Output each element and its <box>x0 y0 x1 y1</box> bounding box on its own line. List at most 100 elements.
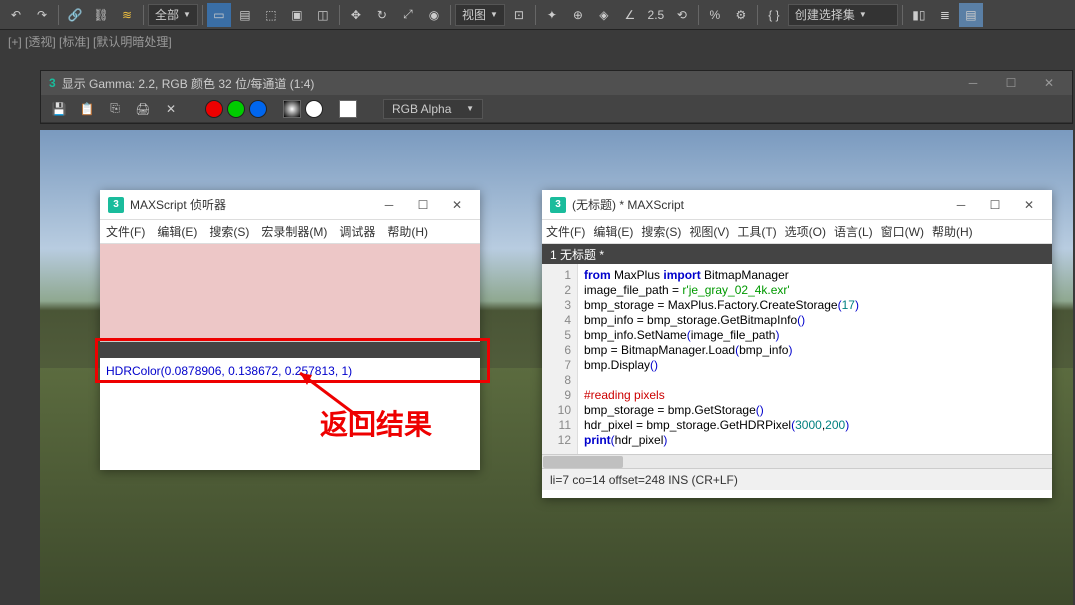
code-line[interactable]: from MaxPlus import BitmapManager <box>584 268 1046 283</box>
horizontal-scrollbar[interactable] <box>542 454 1052 468</box>
print-icon[interactable]: 🖨 <box>131 97 155 121</box>
listener-output[interactable]: HDRColor(0.0878906, 0.138672, 0.257813, … <box>100 358 480 458</box>
red-channel-icon[interactable] <box>205 100 223 118</box>
menu-item[interactable]: 文件(F) <box>106 223 145 240</box>
code-line[interactable] <box>584 373 1046 388</box>
channel-dropdown[interactable]: RGB Alpha▼ <box>383 99 483 119</box>
mono-channel-icon[interactable] <box>305 100 323 118</box>
code-line[interactable]: bmp = BitmapManager.Load(bmp_info) <box>584 343 1046 358</box>
code-line[interactable]: bmp_storage = MaxPlus.Factory.CreateStor… <box>584 298 1046 313</box>
select-rect-icon[interactable]: ⬚ <box>259 3 283 27</box>
link-icon[interactable]: 🔗 <box>63 3 87 27</box>
macro-recorder-area[interactable] <box>100 244 480 342</box>
clone-icon[interactable]: ⎘ <box>103 97 127 121</box>
editor-tab[interactable]: 1 无标题 * <box>542 244 1052 264</box>
code-line[interactable]: print(hdr_pixel) <box>584 433 1046 448</box>
clear-icon[interactable]: ✕ <box>159 97 183 121</box>
color-swatch[interactable] <box>339 100 357 118</box>
select-icon[interactable]: ▭ <box>207 3 231 27</box>
code-editor[interactable]: 123456789101112 from MaxPlus import Bitm… <box>542 264 1052 454</box>
menu-item[interactable]: 宏录制器(M) <box>261 223 327 240</box>
pivot-icon[interactable]: ⊡ <box>507 3 531 27</box>
editor-statusbar: li=7 co=14 offset=248 INS (CR+LF) <box>542 468 1052 490</box>
main-toolbar: ↶ ↷ 🔗 ⛓ ≋ 全部▼ ▭ ▤ ⬚ ▣ ◫ ✥ ↻ ⤢ ◉ 视图▼ ⊡ ✦ … <box>0 0 1075 30</box>
undo-icon[interactable]: ↶ <box>4 3 28 27</box>
select-name-icon[interactable]: ▤ <box>233 3 257 27</box>
edit-named-icon[interactable]: % <box>703 3 727 27</box>
angle-snap-icon[interactable]: ∠ <box>618 3 642 27</box>
coord-dropdown[interactable]: 视图▼ <box>455 4 505 26</box>
status-text: li=7 co=14 offset=248 INS (CR+LF) <box>550 473 738 487</box>
code-line[interactable]: bmp_info = bmp_storage.GetBitmapInfo() <box>584 313 1046 328</box>
menu-item[interactable]: 视图(V) <box>689 223 729 240</box>
mirror-icon[interactable]: ▮▯ <box>907 3 931 27</box>
menu-item[interactable]: 语言(L) <box>834 223 873 240</box>
green-channel-icon[interactable] <box>227 100 245 118</box>
maximize-icon[interactable]: ☐ <box>408 195 438 215</box>
editor-title: (无标题) * MAXScript <box>572 196 684 213</box>
bind-icon[interactable]: ≋ <box>115 3 139 27</box>
alpha-channel-icon[interactable] <box>283 100 301 118</box>
bracket-icon[interactable]: { } <box>762 3 786 27</box>
code-line[interactable]: hdr_pixel = bmp_storage.GetHDRPixel(3000… <box>584 418 1046 433</box>
code-line[interactable]: image_file_path = r'je_gray_02_4k.exr' <box>584 283 1046 298</box>
copy-icon[interactable]: 📋 <box>75 97 99 121</box>
save-icon[interactable]: 💾 <box>47 97 71 121</box>
scale-icon[interactable]: ⤢ <box>396 3 420 27</box>
framebuffer-titlebar[interactable]: 3 显示 Gamma: 2.2, RGB 颜色 32 位/每通道 (1:4) ─… <box>41 71 1072 95</box>
tab-label: 1 无标题 * <box>550 246 604 263</box>
listener-divider[interactable] <box>100 342 480 358</box>
unlink-icon[interactable]: ⛓ <box>89 3 113 27</box>
redo-icon[interactable]: ↷ <box>30 3 54 27</box>
code-lines[interactable]: from MaxPlus import BitmapManagerimage_f… <box>578 264 1052 454</box>
menu-item[interactable]: 帮助(H) <box>387 223 428 240</box>
menu-item[interactable]: 编辑(E) <box>157 223 197 240</box>
manipulate-icon[interactable]: ✦ <box>540 3 564 27</box>
app-icon: 3 <box>108 197 124 213</box>
menu-item[interactable]: 搜索(S) <box>641 223 681 240</box>
code-line[interactable]: #reading pixels <box>584 388 1046 403</box>
editor-menubar: 文件(F) 编辑(E) 搜索(S) 视图(V) 工具(T) 选项(O) 语言(L) 窗口(W)… <box>542 220 1052 244</box>
maximize-icon[interactable]: ☐ <box>980 195 1010 215</box>
select-paint-icon[interactable]: ◫ <box>311 3 335 27</box>
close-icon[interactable]: ✕ <box>1014 195 1044 215</box>
select-window-icon[interactable]: ▣ <box>285 3 309 27</box>
close-icon[interactable]: ✕ <box>1034 76 1064 90</box>
close-icon[interactable]: ✕ <box>442 195 472 215</box>
listener-title: MAXScript 侦听器 <box>130 196 226 213</box>
menu-item[interactable]: 编辑(E) <box>593 223 633 240</box>
menu-item[interactable]: 搜索(S) <box>209 223 249 240</box>
menu-item[interactable]: 工具(T) <box>737 223 776 240</box>
layer-icon[interactable]: ▤ <box>959 3 983 27</box>
align-icon[interactable]: ≣ <box>933 3 957 27</box>
filter-dropdown[interactable]: 全部▼ <box>148 4 198 26</box>
selection-set-dropdown[interactable]: 创建选择集▼ <box>788 4 898 26</box>
maximize-icon[interactable]: ☐ <box>996 76 1026 90</box>
blue-channel-icon[interactable] <box>249 100 267 118</box>
code-line[interactable]: bmp.Display() <box>584 358 1046 373</box>
menu-item[interactable]: 文件(F) <box>546 223 585 240</box>
minimize-icon[interactable]: ─ <box>958 76 988 90</box>
rotate-icon[interactable]: ↻ <box>370 3 394 27</box>
app-icon: 3 <box>49 76 56 90</box>
menu-item[interactable]: 窗口(W) <box>881 223 924 240</box>
snap-icon[interactable]: ⊕ <box>566 3 590 27</box>
viewport-label: [+] [透视] [标准] [默认明暗处理] <box>0 30 1075 52</box>
code-line[interactable]: bmp_info.SetName(image_file_path) <box>584 328 1046 343</box>
move-icon[interactable]: ✥ <box>344 3 368 27</box>
listener-titlebar[interactable]: 3 MAXScript 侦听器 ─ ☐ ✕ <box>100 190 480 220</box>
percent-snap-icon[interactable]: 2.5 <box>644 3 668 27</box>
named-set-icon[interactable]: ⚙ <box>729 3 753 27</box>
snap-toggle-icon[interactable]: ◈ <box>592 3 616 27</box>
minimize-icon[interactable]: ─ <box>374 195 404 215</box>
code-line[interactable]: bmp_storage = bmp.GetStorage() <box>584 403 1046 418</box>
spinner-snap-icon[interactable]: ⟲ <box>670 3 694 27</box>
menu-item[interactable]: 调试器 <box>339 223 375 240</box>
menu-item[interactable]: 选项(O) <box>785 223 826 240</box>
framebuffer-toolbar: 💾 📋 ⎘ 🖨 ✕ RGB Alpha▼ <box>41 95 1072 123</box>
scrollbar-thumb[interactable] <box>543 456 623 468</box>
editor-titlebar[interactable]: 3 (无标题) * MAXScript ─ ☐ ✕ <box>542 190 1052 220</box>
place-icon[interactable]: ◉ <box>422 3 446 27</box>
minimize-icon[interactable]: ─ <box>946 195 976 215</box>
menu-item[interactable]: 帮助(H) <box>932 223 973 240</box>
